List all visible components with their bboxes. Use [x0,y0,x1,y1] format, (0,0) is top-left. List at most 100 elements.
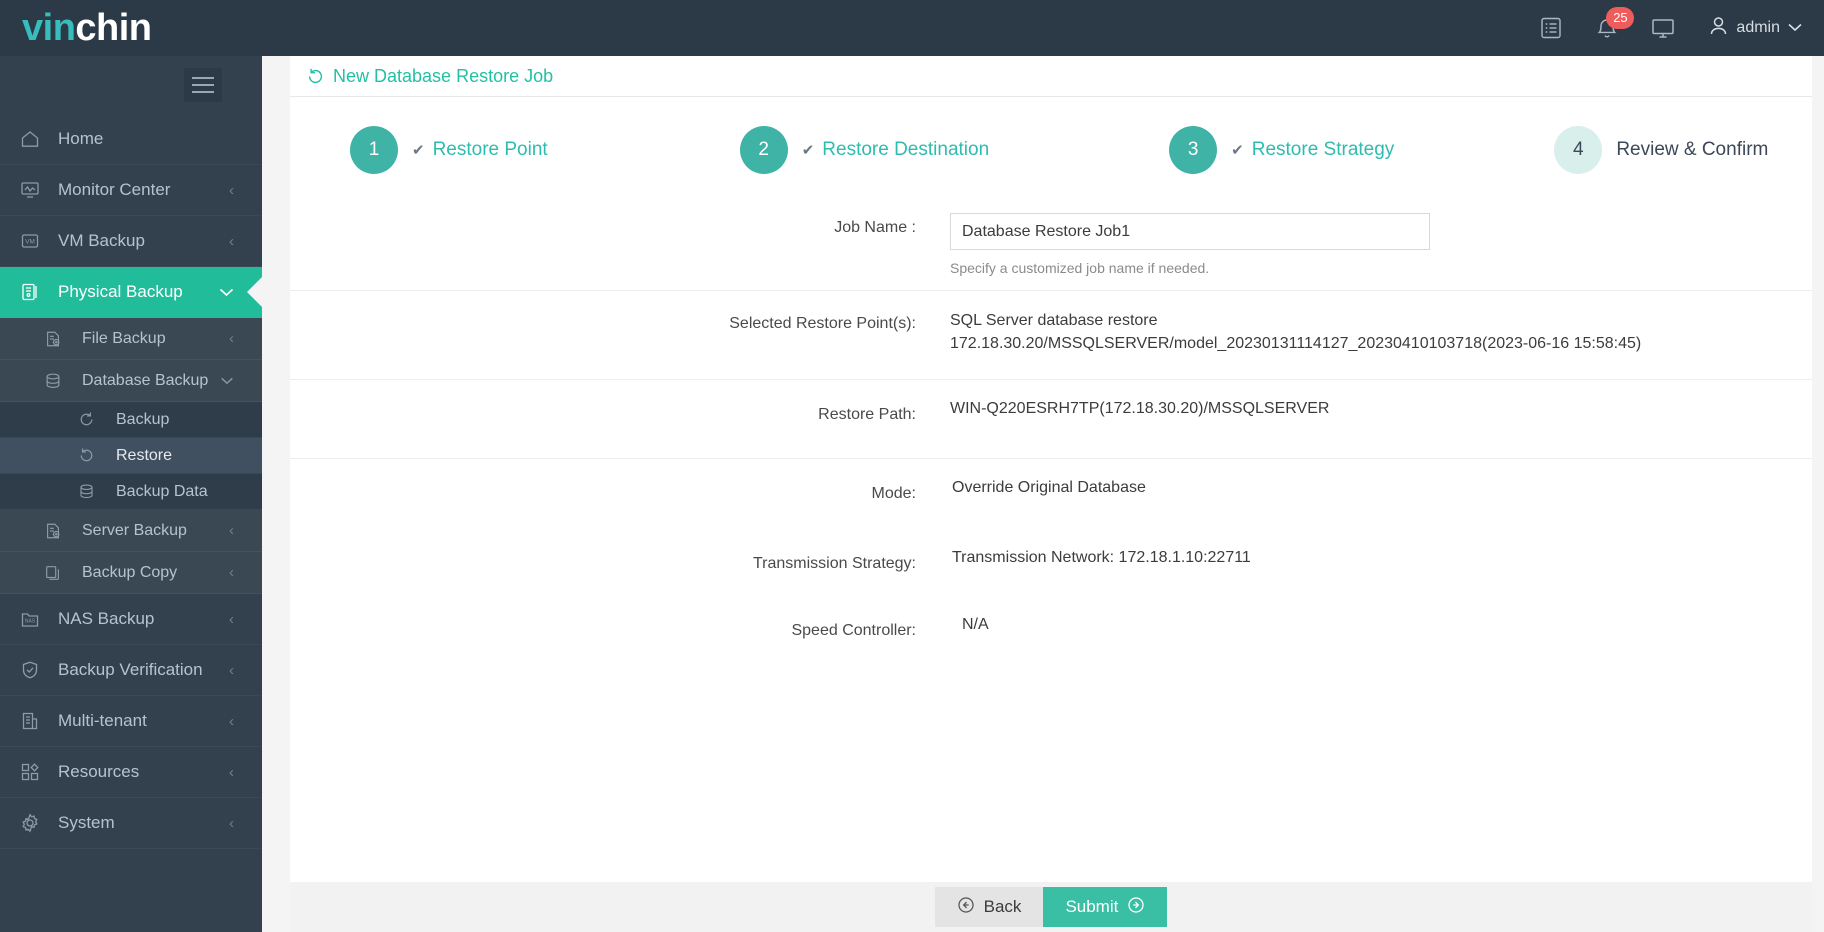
job-name-input[interactable] [950,213,1430,250]
grid-icon [20,762,50,782]
brand-logo-second: chin [75,7,152,49]
transmission-strategy-value: Transmission Network: 172.18.1.10:22711 [952,549,1251,566]
sidebar-item-label: Backup Verification [58,660,203,679]
brand-logo[interactable]: vinchin [22,9,152,47]
restore-path-label: Restore Path: [818,406,916,423]
step-label-wrap: Review & Confirm [1616,139,1768,161]
step-label: Restore Point [432,139,548,160]
chevron-left-icon: ‹ [229,712,234,730]
restore-points-value: SQL Server database restore 172.18.30.20… [950,309,1812,355]
sidebar-item-multi-tenant[interactable]: Multi-tenant ‹ [0,696,262,747]
job-name-label: Job Name : [834,219,916,236]
back-button[interactable]: Back [934,887,1044,927]
nas-folder-icon: NAS [20,609,50,629]
page-title-bar: New Database Restore Job [290,56,1812,97]
step-label: Review & Confirm [1616,139,1769,160]
file-add-icon [44,522,74,540]
sidebar-item-label: Database Backup [82,371,209,389]
sidebar-item-label: Restore [116,446,173,464]
speed-controller-label: Speed Controller: [791,622,916,639]
step-number: 1 [350,126,398,174]
step-number: 2 [739,126,788,174]
sidebar-item-database-backup[interactable]: Database Backup [0,360,262,402]
sidebar-item-label: Multi-tenant [58,711,147,730]
sidebar-item-nas-backup[interactable]: NAS NAS Backup ‹ [0,594,262,645]
sidebar-item-home[interactable]: Home [0,114,262,165]
form-row-restore-path: Restore Path: WIN-Q220ESRH7TP(172.18.30.… [290,379,1812,458]
database-icon [44,372,74,390]
home-icon [20,129,50,149]
sidebar: Home Monitor Center ‹ VM VM Backup ‹ Phy… [0,56,262,932]
step-number: 3 [1169,126,1218,174]
arrow-right-circle-icon [1127,896,1145,919]
step-label-wrap: ✔ Restore Strategy [1231,139,1394,161]
sidebar-item-physical-backup[interactable]: Physical Backup [0,267,262,318]
form-row-restore-points: Selected Restore Point(s): SQL Server da… [290,290,1812,379]
log-list-button[interactable] [1523,0,1579,56]
console-button[interactable] [1635,0,1691,56]
header-actions: 25 admin [1523,0,1824,56]
hamburger-icon[interactable] [184,68,222,102]
step-review-confirm[interactable]: 4 Review & Confirm [1554,126,1768,174]
mode-label: Mode: [871,485,916,502]
speed-controller-value: N/A [962,616,989,633]
sidebar-item-file-backup[interactable]: File Backup ‹ [0,318,262,360]
chevron-left-icon: ‹ [229,610,234,628]
app-root: vinchin 25 admin Home Monitor Center ‹ V… [0,0,1824,932]
gear-icon [20,813,50,833]
check-icon: ✔ [801,142,815,159]
sidebar-item-resources[interactable]: Resources ‹ [0,747,262,798]
step-label-wrap: ✔ Restore Point [412,139,548,161]
chevron-down-icon [1788,19,1802,37]
sidebar-item-backup[interactable]: Backup [0,402,262,438]
chevron-left-icon: ‹ [229,232,234,250]
job-name-hint: Specify a customized job name if needed. [950,260,1210,276]
step-restore-point[interactable]: 1 ✔ Restore Point [350,126,548,174]
form-row-speed-controller: Speed Controller: N/A [290,573,1812,640]
sidebar-item-server-backup[interactable]: Server Backup ‹ [0,510,262,552]
sidebar-item-system[interactable]: System ‹ [0,798,262,849]
step-restore-destination[interactable]: 2 ✔ Restore Destination [739,126,989,174]
sidebar-item-label: File Backup [82,329,166,347]
wizard-panel: New Database Restore Job 1 ✔ Restore Poi… [290,56,1812,882]
wizard-stepper: 1 ✔ Restore Point 2 ✔ Restore Destinatio… [290,97,1812,196]
chevron-left-icon: ‹ [229,763,234,781]
user-icon [1709,16,1728,41]
sidebar-item-label: System [58,813,115,832]
arrow-left-circle-icon [957,896,975,919]
sidebar-item-backup-data[interactable]: Backup Data [0,474,262,510]
sidebar-item-backup-copy[interactable]: Backup Copy ‹ [0,552,262,594]
submit-button[interactable]: Submit [1043,887,1168,927]
sidebar-item-restore[interactable]: Restore [0,438,262,474]
sidebar-item-label: Backup [116,410,170,428]
step-number: 4 [1554,126,1603,174]
building-icon [20,711,50,731]
job-name-value-wrap: Specify a customized job name if needed. [950,213,1812,276]
sidebar-item-monitor-center[interactable]: Monitor Center ‹ [0,165,262,216]
wizard-footer: Back Submit [290,882,1812,932]
user-menu[interactable]: admin [1691,16,1802,41]
sidebar-item-backup-verification[interactable]: Backup Verification ‹ [0,645,262,696]
monitor-chart-icon [20,180,50,200]
restore-path-value: WIN-Q220ESRH7TP(172.18.30.20)/MSSQLSERVE… [950,400,1330,417]
sidebar-item-label: Resources [58,762,140,781]
sidebar-item-label: Physical Backup [58,282,183,301]
chevron-left-icon: ‹ [229,814,234,832]
chevron-left-icon: ‹ [229,564,234,581]
step-restore-strategy[interactable]: 3 ✔ Restore Strategy [1169,126,1394,174]
vm-icon: VM [20,231,50,251]
chevron-left-icon: ‹ [229,661,234,679]
refresh-cw-icon [78,411,108,428]
step-label-wrap: ✔ Restore Destination [802,139,989,161]
user-name-label: admin [1736,19,1780,36]
form-row-job-name: Job Name : Specify a customized job name… [290,196,1812,290]
restore-point-line-2: 172.18.30.20/MSSQLSERVER/model_202301311… [950,335,1642,352]
sidebar-item-vm-backup[interactable]: VM VM Backup ‹ [0,216,262,267]
notifications-button[interactable]: 25 [1579,0,1635,56]
restore-points-label: Selected Restore Point(s): [729,315,916,332]
chevron-down-icon [220,372,234,389]
brand-logo-first: vin [22,7,76,49]
database-icon [78,483,108,500]
restore-ccw-icon [78,447,108,464]
shield-check-icon [20,660,50,680]
